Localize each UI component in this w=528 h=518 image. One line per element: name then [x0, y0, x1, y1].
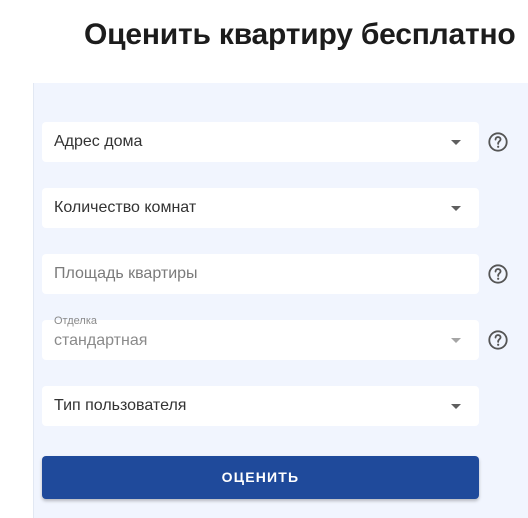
rooms-select-label: Количество комнат: [54, 199, 197, 216]
estimate-button[interactable]: ОЦЕНИТЬ: [42, 456, 479, 499]
user-type-select[interactable]: Тип пользователя: [42, 386, 479, 426]
chevron-down-icon: [451, 206, 461, 211]
finish-select-value: стандартная: [54, 332, 148, 349]
address-select-label: Адрес дома: [54, 133, 143, 150]
finish-select-label: Отделка: [54, 315, 97, 327]
area-input-placeholder: Площадь квартиры: [54, 265, 198, 282]
area-input[interactable]: Площадь квартиры: [42, 254, 479, 294]
help-circle-icon[interactable]: [487, 329, 509, 351]
address-select[interactable]: Адрес дома: [42, 122, 479, 162]
page: Оценить квартиру бесплатно Адрес дома Ко…: [0, 0, 528, 518]
rooms-select[interactable]: Количество комнат: [42, 188, 479, 228]
chevron-down-icon: [451, 404, 461, 409]
user-type-select-label: Тип пользователя: [54, 397, 187, 414]
help-circle-icon[interactable]: [487, 263, 509, 285]
chevron-down-icon: [451, 338, 461, 343]
chevron-down-icon: [451, 140, 461, 145]
page-title: Оценить квартиру бесплатно: [84, 18, 516, 51]
help-circle-icon[interactable]: [487, 131, 509, 153]
finish-select[interactable]: Отделка стандартная: [42, 315, 479, 360]
